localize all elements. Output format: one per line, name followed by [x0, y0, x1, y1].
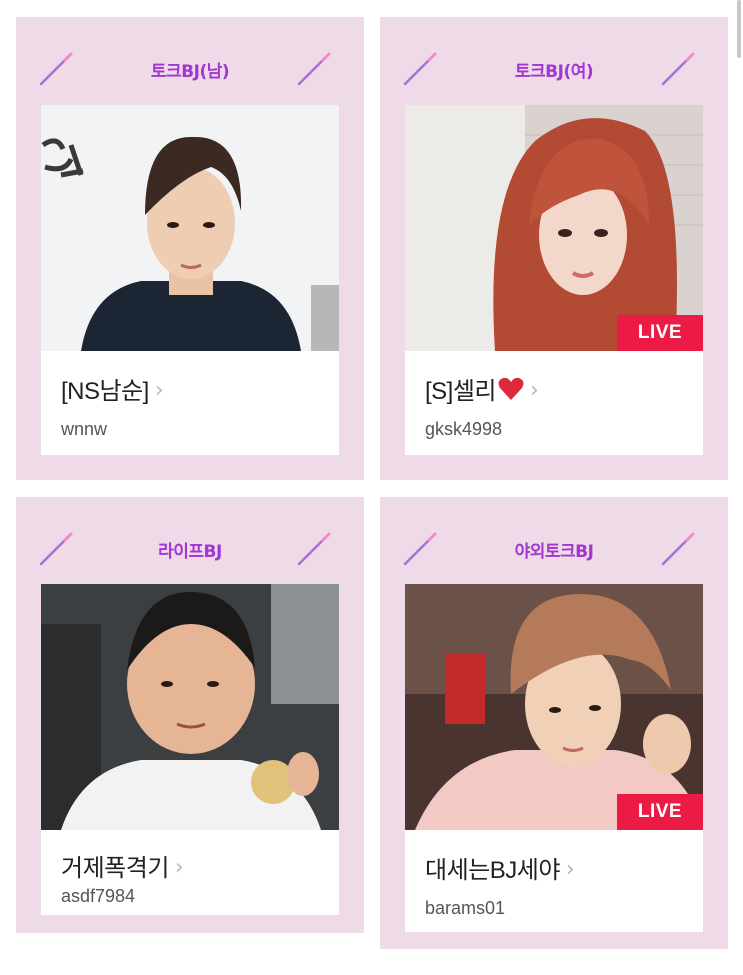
- magic-wand-icon: [660, 51, 696, 87]
- bj-name: 거제폭격기: [61, 855, 169, 882]
- bj-card-outdoor-talk[interactable]: 야외토크BJ LIVE 대세는BJ세야 › barams01: [380, 497, 728, 949]
- bj-name-link[interactable]: [NS남순] ›: [61, 371, 164, 406]
- card-info[interactable]: [S]셀리 › gksk4998: [405, 351, 703, 455]
- bj-name: [S]셀리: [425, 378, 497, 405]
- chevron-right-icon: ›: [154, 378, 164, 403]
- card-header: 라이프BJ: [16, 497, 364, 585]
- bj-thumbnail[interactable]: LIVE: [405, 584, 703, 830]
- bj-card-talk-female[interactable]: 토크BJ(여) LIVE [S]셀리 › gksk4998: [380, 17, 728, 480]
- card-info[interactable]: 거제폭격기 › asdf7984: [41, 830, 339, 915]
- card-info[interactable]: 대세는BJ세야 › barams01: [405, 830, 703, 932]
- card-header: 토크BJ(여): [380, 17, 728, 105]
- bj-name-link[interactable]: [S]셀리 ›: [425, 371, 539, 406]
- chevron-right-icon: ›: [174, 855, 184, 880]
- bj-thumbnail[interactable]: [41, 584, 339, 830]
- heart-icon: [498, 377, 524, 400]
- chevron-right-icon: ›: [565, 857, 575, 882]
- card-header: 야외토크BJ: [380, 497, 728, 585]
- bj-name: 대세는BJ세야: [425, 857, 560, 884]
- bj-user-id: asdf7984: [61, 886, 136, 906]
- bj-thumbnail[interactable]: LIVE: [405, 105, 703, 351]
- live-badge: LIVE: [617, 794, 703, 830]
- card-info[interactable]: [NS남순] › wnnw: [41, 351, 339, 455]
- chevron-right-icon: ›: [530, 378, 539, 403]
- bj-user-id: barams01: [425, 898, 506, 918]
- bj-name-link[interactable]: 대세는BJ세야 ›: [425, 850, 575, 885]
- live-badge: LIVE: [617, 315, 703, 351]
- bj-user-id: gksk4998: [425, 419, 503, 439]
- bj-card-life[interactable]: 라이프BJ 거제폭격기 › asdf7984: [16, 497, 364, 933]
- bj-name-link[interactable]: 거제폭격기 ›: [61, 848, 184, 883]
- magic-wand-icon: [660, 531, 696, 567]
- magic-wand-icon: [296, 51, 332, 87]
- scrollbar[interactable]: [737, 0, 741, 58]
- bj-name: [NS남순]: [61, 378, 149, 405]
- magic-wand-icon: [296, 531, 332, 567]
- card-header: 토크BJ(남): [16, 17, 364, 105]
- bj-thumbnail[interactable]: [41, 105, 339, 351]
- bj-card-talk-male[interactable]: 토크BJ(남) [NS남순] › wnnw: [16, 17, 364, 480]
- bj-user-id: wnnw: [61, 419, 108, 439]
